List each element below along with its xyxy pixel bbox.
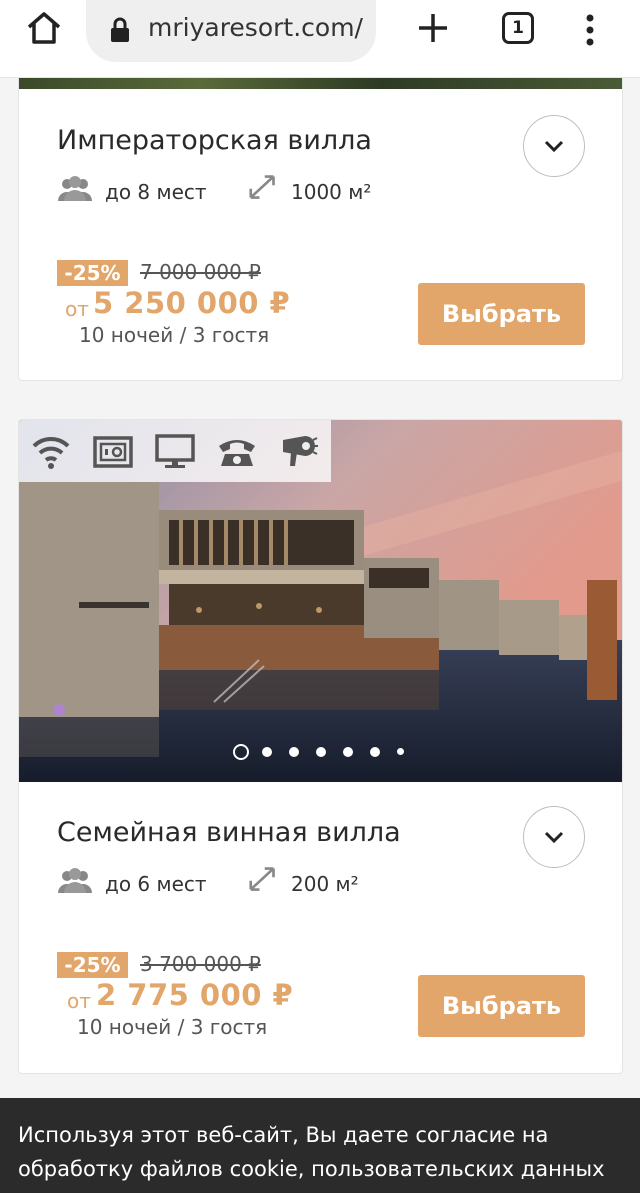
discount-badge: -25%: [57, 952, 128, 978]
room-capacity: до 8 мест: [105, 180, 207, 204]
select-button[interactable]: Выбрать: [418, 975, 585, 1037]
tab-switcher-button[interactable]: 1: [502, 12, 534, 44]
old-price: 7 000 000 ₽: [140, 260, 261, 284]
room-card: Императорская вилла до 8 мест 1000 м² -2…: [18, 78, 623, 381]
room-photo-carousel[interactable]: [19, 420, 622, 782]
room-photo: [19, 78, 622, 89]
stay-details: 10 ночей / 3 гостя: [77, 1015, 268, 1039]
area-icon: [249, 867, 275, 891]
price: 5 250 000 ₽: [93, 286, 291, 320]
phone-icon: [219, 440, 255, 466]
carousel-dot[interactable]: [397, 748, 404, 755]
room-area: 1000 м²: [291, 180, 372, 204]
cookie-banner: Используя этот веб-сайт, Вы даете соглас…: [0, 1098, 640, 1193]
url-text: mriyaresort.com/: [148, 13, 363, 42]
wifi-icon: [32, 436, 70, 469]
carousel-dot[interactable]: [316, 747, 326, 757]
tv-icon: [155, 434, 195, 468]
price: 2 775 000 ₽: [96, 978, 294, 1012]
old-price: 3 700 000 ₽: [140, 952, 261, 976]
hairdryer-icon: [283, 436, 318, 466]
guests-icon: [58, 868, 92, 893]
address-bar[interactable]: mriyaresort.com/: [86, 0, 376, 62]
lock-icon: [111, 17, 129, 42]
stay-details: 10 ночей / 3 гостя: [79, 323, 270, 347]
home-icon[interactable]: [24, 8, 64, 48]
area-icon: [249, 175, 275, 199]
expand-button[interactable]: [523, 806, 585, 868]
page-content: Императорская вилла до 8 мест 1000 м² -2…: [0, 78, 640, 1193]
room-capacity: до 6 мест: [105, 872, 207, 896]
safe-icon: [93, 436, 133, 468]
discount-badge: -25%: [57, 260, 128, 286]
more-menu-icon[interactable]: [580, 10, 600, 50]
price-from-label: от: [67, 989, 91, 1013]
expand-button[interactable]: [523, 115, 585, 177]
price-from-label: от: [65, 297, 89, 321]
browser-toolbar: mriyaresort.com/ 1: [0, 0, 640, 78]
room-title: Императорская вилла: [57, 125, 372, 156]
amenities-bar: [19, 420, 331, 482]
select-button[interactable]: Выбрать: [418, 283, 585, 345]
room-card: Семейная винная вилла до 6 мест 200 м² -…: [18, 419, 623, 1074]
chevron-down-icon: [544, 140, 564, 153]
carousel-dot[interactable]: [343, 747, 353, 757]
carousel-dot[interactable]: [233, 744, 249, 760]
chevron-down-icon: [544, 831, 564, 844]
carousel-dot[interactable]: [370, 747, 380, 757]
room-title: Семейная винная вилла: [57, 817, 401, 848]
guests-icon: [58, 176, 92, 201]
cookie-text: Используя этот веб-сайт, Вы даете соглас…: [18, 1123, 605, 1181]
carousel-dot[interactable]: [262, 747, 272, 757]
new-tab-icon[interactable]: [414, 8, 452, 48]
room-area: 200 м²: [291, 872, 359, 896]
carousel-dot[interactable]: [289, 747, 299, 757]
